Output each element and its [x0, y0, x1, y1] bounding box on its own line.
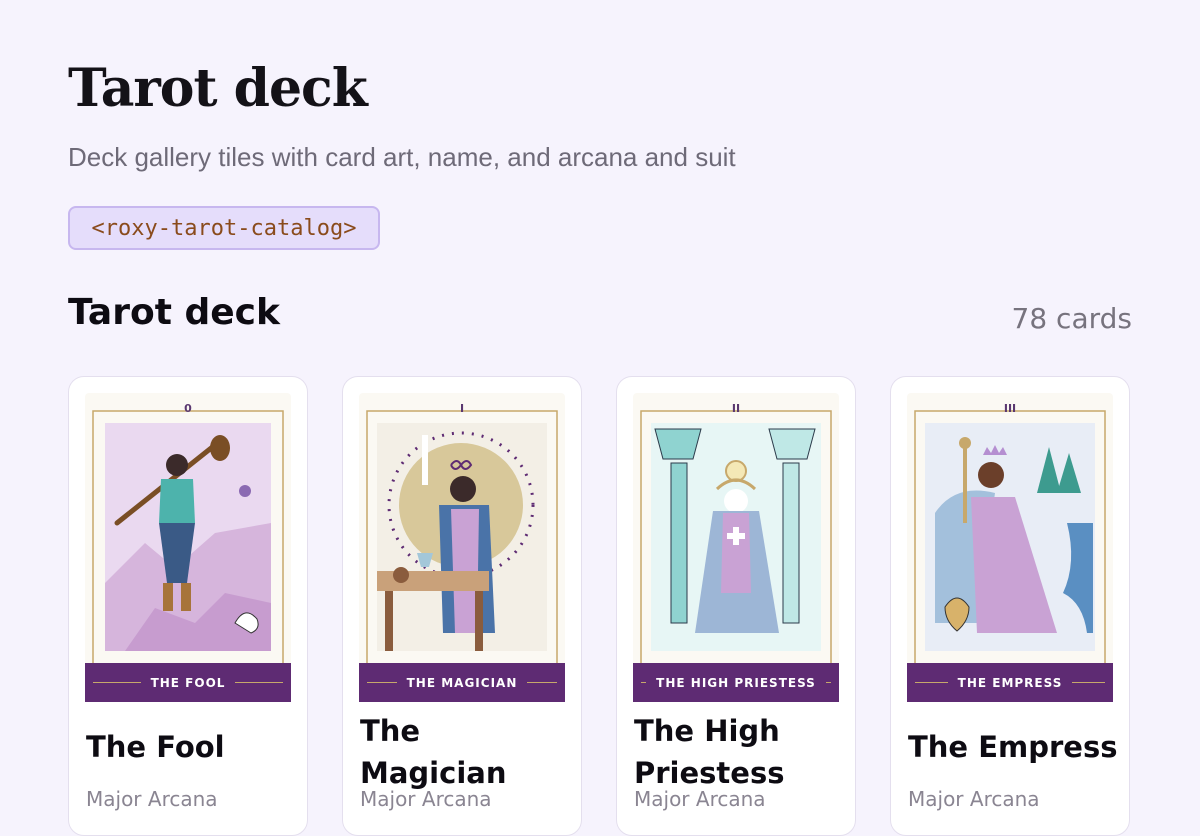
card-name-band: THE FOOL: [85, 663, 291, 702]
band-label: THE FOOL: [150, 675, 226, 690]
card-art-the-fool: 0 THE FOOL: [85, 393, 291, 702]
section-title: Tarot deck: [68, 292, 280, 333]
card-art-the-empress: III THE EMPRESS: [907, 393, 1113, 702]
card-numeral: III: [1003, 402, 1017, 415]
card-name: The Fool: [86, 730, 225, 764]
card-arcana: Major Arcana: [360, 787, 492, 811]
card-name-band: THE MAGICIAN: [359, 663, 565, 702]
fool-illustration: [92, 410, 284, 672]
card-name: The Empress: [908, 730, 1118, 764]
card-tile-the-magician[interactable]: I THE MAGICIAN The Magician Major Arcana: [342, 376, 582, 836]
card-name-band: THE HIGH PRIESTESS: [633, 663, 839, 702]
card-count: 78 cards: [1011, 302, 1132, 335]
band-label: THE HIGH PRIESTESS: [656, 675, 816, 690]
card-tile-the-high-priestess[interactable]: II THE HIGH PRIESTESS The High Priestess…: [616, 376, 856, 836]
card-tile-the-empress[interactable]: III THE EMPRESS The Empress Major Arcana: [890, 376, 1130, 836]
band-rule-right: [825, 682, 831, 683]
card-numeral: 0: [184, 402, 192, 415]
high-priestess-illustration: [640, 410, 832, 672]
page-subtitle: Deck gallery tiles with card art, name, …: [68, 142, 736, 172]
band-rule-right: [235, 682, 284, 683]
card-grid: 0 THE FOOL The Fool Major Arcana I THE M…: [68, 376, 1130, 836]
card-arcana: Major Arcana: [908, 787, 1040, 811]
card-arcana: Major Arcana: [86, 787, 218, 811]
band-rule-right: [527, 682, 557, 683]
card-tile-the-fool[interactable]: 0 THE FOOL The Fool Major Arcana: [68, 376, 308, 836]
card-art-the-magician: I THE MAGICIAN: [359, 393, 565, 702]
magician-illustration: [366, 410, 558, 672]
page-title: Tarot deck: [68, 58, 368, 119]
empress-illustration: [914, 410, 1106, 672]
card-name-band: THE EMPRESS: [907, 663, 1113, 702]
card-numeral: II: [731, 402, 741, 415]
card-name: The High Priestess: [634, 714, 785, 790]
card-arcana: Major Arcana: [634, 787, 766, 811]
band-label: THE EMPRESS: [957, 675, 1063, 690]
card-numeral: I: [459, 402, 465, 415]
band-rule-left: [93, 682, 141, 683]
component-tag: <roxy-tarot-catalog>: [68, 206, 380, 250]
band-rule-left: [367, 682, 397, 683]
band-rule-right: [1072, 682, 1106, 683]
card-name: The Magician: [360, 714, 507, 790]
band-rule-left: [641, 682, 647, 683]
band-label: THE MAGICIAN: [406, 675, 518, 690]
band-rule-left: [915, 682, 948, 683]
card-art-the-high-priestess: II THE HIGH PRIESTESS: [633, 393, 839, 702]
